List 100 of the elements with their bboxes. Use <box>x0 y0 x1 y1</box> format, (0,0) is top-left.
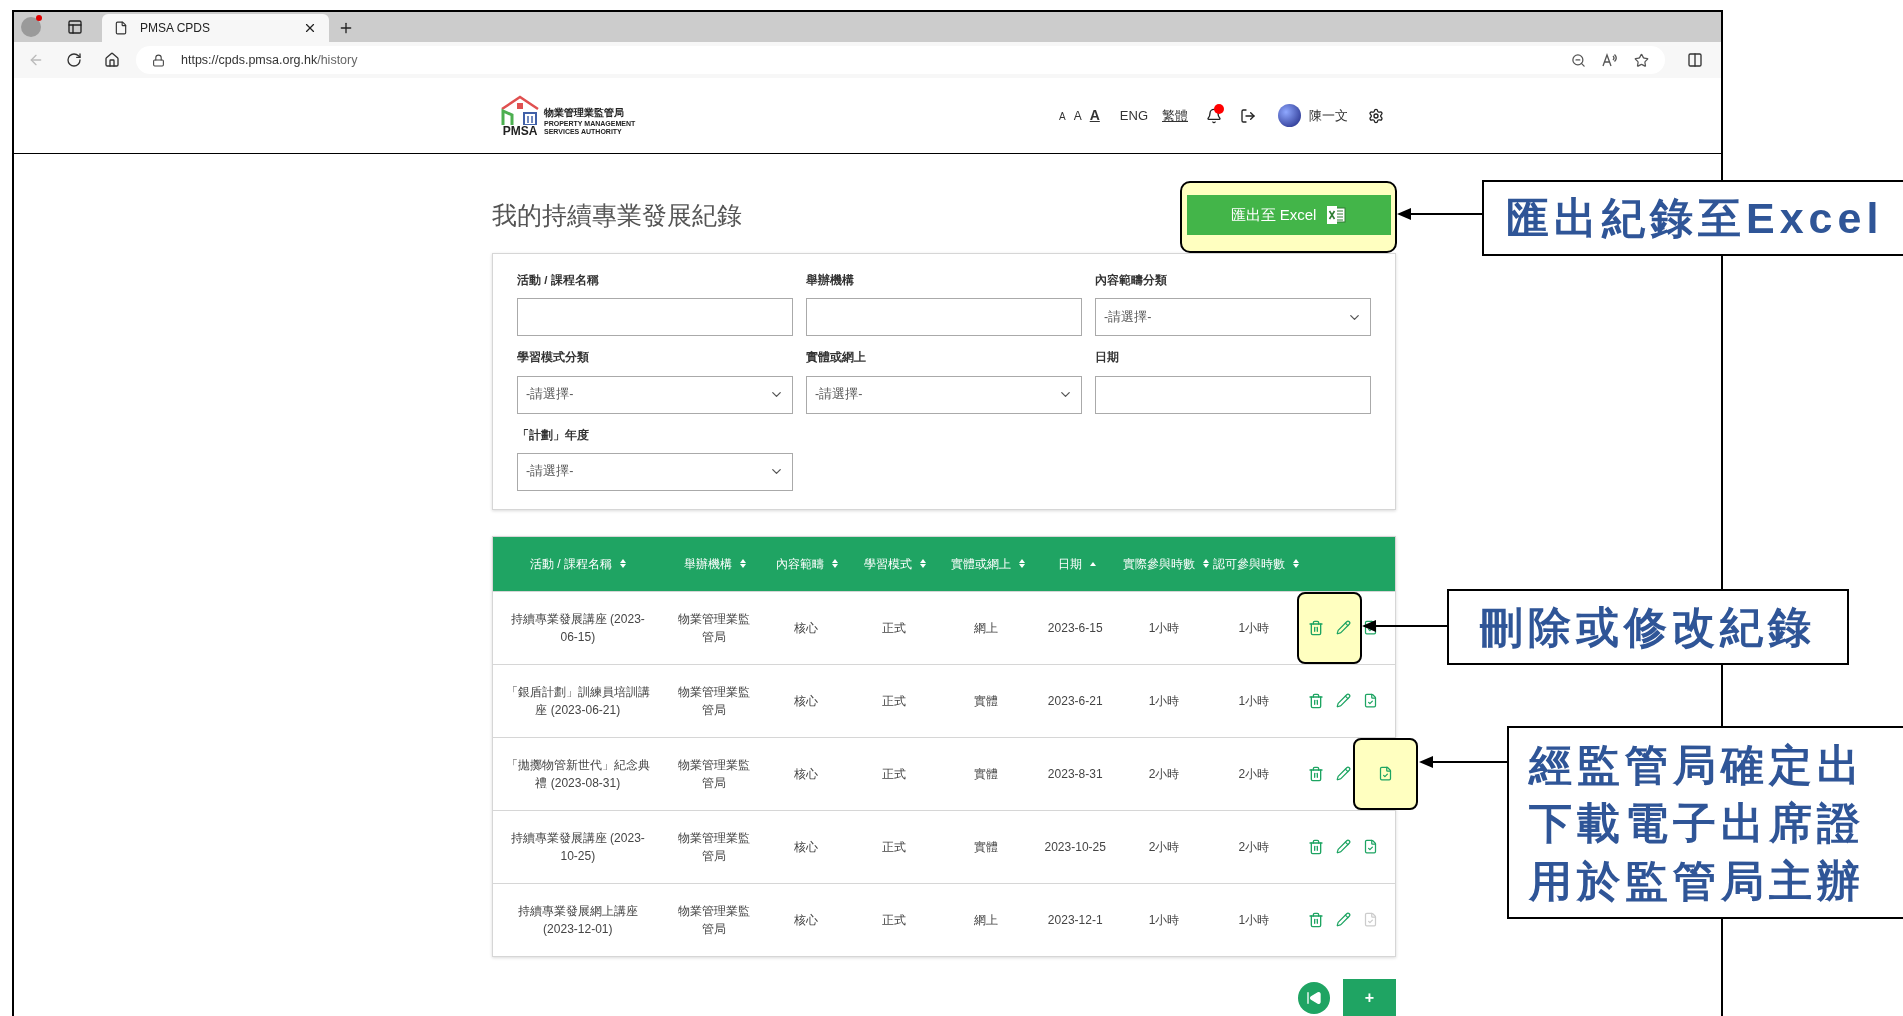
table-cell-text: 物業管理業監管局 <box>677 610 751 646</box>
table-cell-text: 1小時 <box>1238 911 1270 929</box>
table-cell-text: 持續專業發展講座 (2023-06-15) <box>509 610 646 646</box>
spreadsheet-icon <box>1326 205 1347 225</box>
page-icon <box>114 21 128 35</box>
table-cell-text: 1小時 <box>1238 692 1270 710</box>
filter-label: 內容範疇分類 <box>1095 272 1168 288</box>
back-icon[interactable] <box>28 52 44 68</box>
font-size-option[interactable]: A <box>1089 105 1100 126</box>
table-cell-text: 2小時 <box>1148 765 1180 783</box>
select-field[interactable]: -請選擇- <box>806 375 1082 414</box>
table-cell-text: 核心 <box>793 692 818 710</box>
callout-text: 刪除或修改紀錄 <box>1480 602 1816 653</box>
table-cell-text: 持續專業發展講座 (2023-10-25) <box>509 829 646 865</box>
address-bar[interactable]: https://cpds.pmsa.org.hk/history <box>136 46 1665 74</box>
table-cell-text: 網上 <box>974 619 999 637</box>
filter-label: 實體或網上 <box>806 350 867 366</box>
table-cell-text: 物業管理業監管局 <box>677 902 751 938</box>
filter-label: 活動 / 課程名稱 <box>517 273 600 288</box>
table-cell-text: 物業管理業監管局 <box>677 683 751 719</box>
input-field[interactable] <box>1095 375 1371 414</box>
table-cell-text: 「銀盾計劃」訓練員培訓講座 (2023-06-21) <box>504 683 651 719</box>
logout-icon[interactable] <box>1240 107 1256 124</box>
table-cell-text: 正式 <box>881 838 906 856</box>
delete-icon[interactable] <box>1308 765 1325 782</box>
table-cell-text: 正式 <box>881 692 906 710</box>
read-aloud-icon[interactable] <box>1602 53 1618 67</box>
url-text: https://cpds.pmsa.org.hk/history <box>181 51 359 69</box>
table-cell-text: 實體 <box>974 692 999 710</box>
select-field[interactable]: -請選擇- <box>1095 298 1371 337</box>
table-cell-text: 正式 <box>881 619 906 637</box>
language-option[interactable]: ENG <box>1119 105 1148 126</box>
logo-abbreviation: PMSA <box>502 124 538 137</box>
delete-icon[interactable] <box>1308 692 1325 709</box>
home-icon[interactable] <box>104 52 120 68</box>
edit-icon[interactable] <box>1336 620 1352 636</box>
skip-back-icon <box>1306 989 1322 1006</box>
sort-icon[interactable] <box>1018 559 1025 569</box>
first-page-button[interactable] <box>1298 981 1330 1014</box>
table-cell-text: 物業管理業監管局 <box>677 829 751 865</box>
reload-icon[interactable] <box>66 52 82 68</box>
table-cell-text: 2小時 <box>1238 838 1270 856</box>
table-cell-text: 2023-6-15 <box>1047 619 1103 637</box>
select-field[interactable]: -請選擇- <box>517 375 793 414</box>
sort-ascending-icon[interactable] <box>1089 561 1096 566</box>
table-cell-text: 2023-10-25 <box>1044 838 1106 856</box>
sort-icon[interactable] <box>739 559 746 569</box>
table-cell-text: 1小時 <box>1148 619 1180 637</box>
table-cell-text: 1小時 <box>1238 619 1270 637</box>
delete-icon[interactable] <box>1308 619 1325 636</box>
table-cell-text: 正式 <box>881 911 906 929</box>
edit-icon[interactable] <box>1336 839 1352 855</box>
font-size-option[interactable]: A <box>1073 107 1082 125</box>
table-cell-text: 2023-6-21 <box>1047 692 1103 710</box>
callout-text: 匯出紀錄至Excel <box>1506 193 1885 244</box>
sort-icon[interactable] <box>620 559 626 569</box>
callout-text: 用於監管局主辦 <box>1529 855 1866 907</box>
table-cell-text: 2小時 <box>1238 765 1270 783</box>
table-cell-text: 核心 <box>793 765 818 783</box>
sort-icon[interactable] <box>919 559 926 569</box>
favorite-star-icon[interactable] <box>1634 52 1649 68</box>
table-cell-text: 實體 <box>974 765 999 783</box>
profile-avatar[interactable] <box>21 17 41 37</box>
select-field[interactable]: -請選擇- <box>517 452 793 491</box>
sort-icon[interactable] <box>1292 559 1299 569</box>
table-cell-text: 實體 <box>974 838 999 856</box>
filter-label: 舉辦機構 <box>806 272 855 288</box>
edit-icon[interactable] <box>1336 912 1352 928</box>
table-cell-text: 核心 <box>793 911 818 929</box>
table-cell-text: 2小時 <box>1148 838 1180 856</box>
edit-icon[interactable] <box>1336 766 1352 782</box>
house-logo-icon <box>500 94 540 125</box>
zoom-out-icon[interactable] <box>1571 52 1586 68</box>
filter-label: 日期 <box>1095 350 1120 366</box>
tab-actions-icon[interactable] <box>67 19 83 35</box>
edit-icon[interactable] <box>1336 693 1352 709</box>
input-field[interactable] <box>806 298 1082 337</box>
browser-tab[interactable]: PMSA CPDS <box>102 14 329 42</box>
user-avatar[interactable] <box>1278 104 1301 127</box>
sort-icon[interactable] <box>1202 559 1209 569</box>
sort-icon[interactable] <box>831 559 838 569</box>
input-field[interactable] <box>517 298 793 337</box>
new-tab-icon[interactable] <box>338 20 354 36</box>
table-cell-text: 「拋擲物管新世代」紀念典禮 (2023-08-31) <box>504 756 651 792</box>
table-cell-text: 核心 <box>793 619 818 637</box>
user-name[interactable]: 陳一文 <box>1309 105 1348 126</box>
split-screen-icon[interactable] <box>1687 52 1703 68</box>
callout-text: 下載電子出席證 <box>1529 797 1866 849</box>
logo-chinese-name: 物業管理業監管局 <box>544 107 625 118</box>
table-cell-text: 1小時 <box>1148 692 1180 710</box>
delete-icon[interactable] <box>1308 911 1325 928</box>
lock-icon <box>152 53 165 67</box>
close-icon[interactable] <box>303 21 317 35</box>
page-title: 我的持續專業發展紀錄 <box>492 203 742 228</box>
settings-icon[interactable] <box>1368 107 1384 124</box>
font-size-option[interactable]: A <box>1059 109 1066 124</box>
notification-bell-icon[interactable] <box>1206 107 1222 124</box>
language-option[interactable]: 繁體 <box>1162 105 1188 126</box>
callout-text: 經監管局確定出 <box>1529 739 1866 791</box>
delete-icon[interactable] <box>1308 838 1325 855</box>
